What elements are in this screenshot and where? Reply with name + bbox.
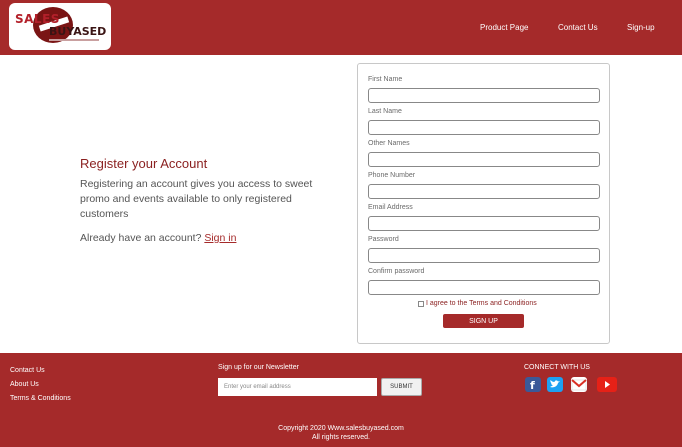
site-logo[interactable]: SALES BUYASED — [9, 3, 111, 50]
sign-in-link[interactable]: Sign in — [204, 232, 236, 244]
confirm-password-input[interactable] — [368, 280, 600, 295]
twitter-icon[interactable] — [547, 377, 563, 392]
logo-tagline — [49, 39, 99, 41]
nav-product-page[interactable]: Product Page — [480, 23, 528, 32]
phone-number-input[interactable] — [368, 184, 600, 199]
email-address-input[interactable] — [368, 216, 600, 231]
confirm-password-label: Confirm password — [368, 268, 425, 275]
newsletter-submit-button[interactable]: SUBMIT — [381, 378, 422, 396]
footer-terms-link[interactable]: Terms & Conditions — [10, 395, 71, 402]
site-header: SALES BUYASED Product Page Contact Us Si… — [0, 0, 682, 55]
email-address-label: Email Address — [368, 204, 413, 211]
password-input[interactable] — [368, 248, 600, 263]
facebook-icon[interactable]: f — [525, 377, 541, 392]
already-account: Already have an account? Sign in — [80, 232, 236, 244]
youtube-icon[interactable] — [597, 377, 617, 392]
copyright: Copyright 2020 Www.salesbuyased.com All … — [0, 424, 682, 442]
already-account-text: Already have an account? — [80, 232, 202, 244]
last-name-label: Last Name — [368, 108, 402, 115]
other-names-label: Other Names — [368, 140, 410, 147]
register-title: Register your Account — [80, 156, 208, 171]
terms-label: I agree to the Terms and Conditions — [426, 300, 537, 307]
nav-sign-up[interactable]: Sign-up — [627, 23, 655, 32]
registration-form: First Name Last Name Other Names Phone N… — [357, 63, 610, 344]
other-names-input[interactable] — [368, 152, 600, 167]
terms-checkbox[interactable] — [418, 300, 424, 307]
newsletter-title: Sign up for our Newsletter — [218, 364, 299, 371]
logo-text-buyased: BUYASED — [49, 25, 107, 38]
connect-title: CONNECT WITH US — [524, 364, 590, 371]
register-description: Registering an account gives you access … — [80, 178, 313, 220]
newsletter-email-input[interactable]: Enter your email address — [218, 378, 377, 396]
password-label: Password — [368, 236, 399, 243]
terms-agreement: I agree to the Terms and Conditions — [418, 300, 537, 307]
last-name-input[interactable] — [368, 120, 600, 135]
logo-text-sales: SALES — [15, 12, 60, 26]
gmail-icon[interactable] — [571, 377, 587, 392]
rights-text: All rights reserved. — [312, 434, 370, 441]
first-name-label: First Name — [368, 76, 403, 83]
footer-contact-us-link[interactable]: Contact Us — [10, 367, 45, 374]
copyright-text: Copyright 2020 Www.salesbuyased.com — [278, 425, 404, 432]
svg-text:f: f — [530, 379, 535, 392]
first-name-input[interactable] — [368, 88, 600, 103]
sign-up-button[interactable]: SIGN UP — [443, 314, 524, 328]
footer-about-us-link[interactable]: About Us — [10, 381, 39, 388]
site-footer: Contact Us About Us Terms & Conditions S… — [0, 353, 682, 447]
phone-number-label: Phone Number — [368, 172, 416, 179]
nav-contact-us[interactable]: Contact Us — [558, 23, 598, 32]
